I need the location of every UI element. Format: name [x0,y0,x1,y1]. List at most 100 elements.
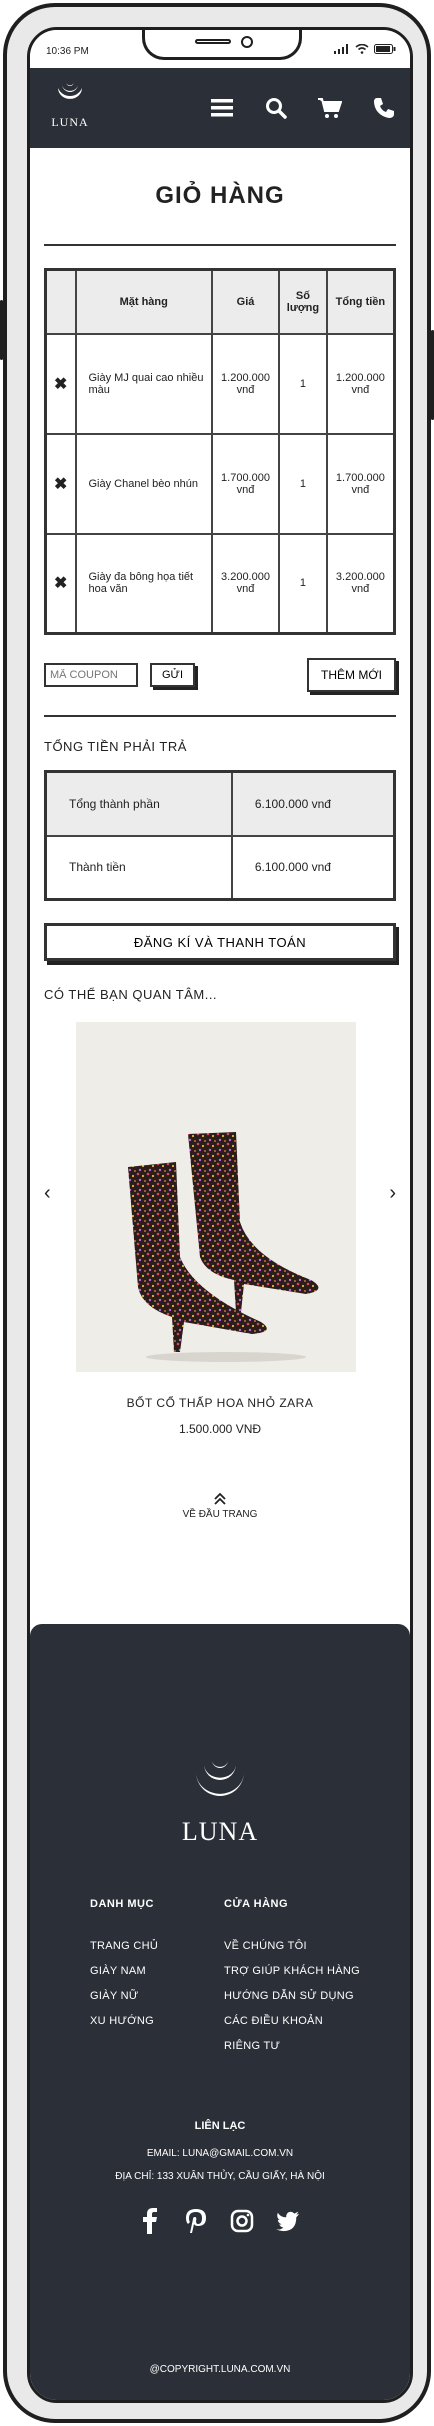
twitter-icon[interactable] [276,2209,300,2233]
cart-header-row: Mặt hàng Giá Số lượng Tổng tiền [44,268,396,335]
footer-link[interactable]: TRANG CHỦ [90,1940,158,1952]
pinterest-icon[interactable] [184,2209,208,2233]
camera [241,36,253,48]
notch [142,30,302,60]
footer-link[interactable]: GIÀY NAM [90,1965,158,1977]
footer: LUNA DANH MỤC TRANG CHỦ GIÀY NAM GIÀY NỮ… [30,1624,410,2400]
page-title: GIỎ HÀNG [155,182,285,209]
item-name: Giày Chanel bèo nhún [74,432,213,535]
remove-icon[interactable]: ✖ [44,532,77,635]
subtotal-row: Tổng thành phần 6.100.000 vnđ [44,770,396,837]
divider [44,715,396,717]
grand-total-value: 6.100.000 vnđ [230,834,396,901]
moon-logo-icon [58,82,82,99]
contact-address: ĐỊA CHỈ: 133 XUÂN THỦY, CẦU GIẤY, HÀ NỘI [115,2171,325,2182]
store-title: CỬA HÀNG [224,1898,289,1910]
footer-link[interactable]: RIÊNG TƯ [224,2040,360,2052]
footer-link[interactable]: TRỢ GIÚP KHÁCH HÀNG [224,1965,360,1977]
header-price: Giá [210,268,281,335]
send-coupon-button[interactable]: GỬI [150,663,196,687]
footer-logo[interactable]: LUNA [180,1754,260,1847]
item-qty[interactable]: 1 [278,332,328,435]
phone-icon[interactable] [372,96,396,120]
coupon-input[interactable] [44,663,138,687]
header-remove [44,268,77,335]
totals-title: TỔNG TIỀN PHẢI TRẢ [44,739,187,754]
speaker [195,39,231,44]
cart-icon[interactable] [318,96,342,120]
contact-title: LIÊN LẠC [194,2120,246,2132]
cart-row: ✖ Giày đa bông họa tiết hoa văn 3.200.00… [44,532,396,635]
header-name: Mặt hàng [74,268,213,335]
item-qty[interactable]: 1 [278,432,328,535]
logo-text: LUNA [51,115,89,129]
product-price: 1.500.000 VNĐ [178,1422,262,1436]
double-chevron-up-icon [214,1492,226,1505]
suggest-title: CÓ THỂ BẠN QUAN TÂM... [44,987,218,1002]
wifi-icon [355,44,369,54]
contact-email: EMAIL: LUNA@GMAIL.COM.VN [146,2148,294,2159]
navbar: LUNA [30,68,410,148]
item-qty[interactable]: 1 [278,532,328,635]
copyright: @COPYRIGHT.LUNA.COM.VN [149,2364,291,2375]
logo[interactable]: LUNA [50,78,90,130]
product-name[interactable]: BỐT CỔ THẤP HOA NHỎ ZARA [44,1396,396,1410]
boots-illustration [128,1132,319,1362]
instagram-icon[interactable] [230,2209,254,2233]
coupon-row: GỬI THÊM MỚI [44,657,396,693]
remove-icon[interactable]: ✖ [44,432,77,535]
chevron-right-icon[interactable]: › [389,1182,396,1205]
footer-categories: DANH MỤC TRANG CHỦ GIÀY NAM GIÀY NỮ XU H… [90,1898,158,2040]
cart-table: Mặt hàng Giá Số lượng Tổng tiền ✖ Giày M… [44,268,396,635]
subtotal-label: Tổng thành phần [44,770,233,837]
back-to-top-link[interactable]: VỀ ĐẦU TRANG [44,1492,396,1520]
status-time: 10:36 PM [46,46,89,57]
item-price: 1.200.000 vnđ [210,332,281,435]
battery-icon [374,44,396,54]
footer-link[interactable]: VỀ CHÚNG TÔI [224,1940,360,1952]
checkout-button[interactable]: ĐĂNG KÍ VÀ THANH TOÁN [44,923,396,961]
header-qty: Số lượng [278,268,328,335]
cart-row: ✖ Giày MJ quai cao nhiều màu 1.200.000 v… [44,332,396,435]
cart-content: GIỎ HÀNG Mặt hàng Giá Số lượng Tổng tiền… [30,182,410,1520]
phone-frame: 10:36 PM LUNA GIỎ HÀNG Mặt hàng Giá Số l… [3,3,431,2423]
footer-link[interactable]: HƯỚNG DẪN SỬ DỤNG [224,1990,360,2002]
product-carousel: ‹ › [44,1022,396,1372]
status-icons [334,44,396,54]
divider [44,244,396,246]
search-icon[interactable] [264,96,288,120]
menu-icon[interactable] [210,96,234,120]
add-new-button[interactable]: THÊM MỚI [307,658,396,692]
header-total: Tổng tiền [325,268,396,335]
item-name: Giày MJ quai cao nhiều màu [74,332,213,435]
back-to-top-label: VỀ ĐẦU TRANG [182,1509,258,1520]
item-price: 3.200.000 vnđ [210,532,281,635]
grand-total-row: Thành tiền 6.100.000 vnđ [44,834,396,901]
moon-logo-icon [196,1760,244,1796]
product-image[interactable] [76,1022,356,1372]
phone-screen: 10:36 PM LUNA GIỎ HÀNG Mặt hàng Giá Số l… [27,27,413,2403]
cart-row: ✖ Giày Chanel bèo nhún 1.700.000 vnđ 1 1… [44,432,396,535]
status-bar: 10:36 PM [30,30,410,68]
remove-icon[interactable]: ✖ [44,332,77,435]
signal-icon [334,44,348,54]
grand-total-label: Thành tiền [44,834,233,901]
subtotal-value: 6.100.000 vnđ [230,770,396,837]
footer-link[interactable]: XU HƯỚNG [90,2015,158,2027]
footer-logo-text: LUNA [181,1817,259,1846]
footer-link[interactable]: CÁC ĐIỀU KHOẢN [224,2015,360,2027]
item-total: 1.200.000 vnđ [325,332,396,435]
footer-store: CỬA HÀNG VỀ CHÚNG TÔI TRỢ GIÚP KHÁCH HÀN… [224,1898,360,2065]
item-name: Giày đa bông họa tiết hoa văn [74,532,213,635]
facebook-icon[interactable] [138,2208,162,2234]
totals-table: Tổng thành phần 6.100.000 vnđ Thành tiền… [44,770,396,901]
chevron-left-icon[interactable]: ‹ [44,1182,51,1205]
item-price: 1.700.000 vnđ [210,432,281,535]
categories-title: DANH MỤC [90,1898,154,1910]
footer-link[interactable]: GIÀY NỮ [90,1990,158,2002]
item-total: 3.200.000 vnđ [325,532,396,635]
footer-contact: LIÊN LẠC EMAIL: LUNA@GMAIL.COM.VN ĐỊA CH… [30,2120,410,2194]
item-total: 1.700.000 vnđ [325,432,396,535]
nav-icons [210,96,396,120]
social-links [138,2208,300,2234]
